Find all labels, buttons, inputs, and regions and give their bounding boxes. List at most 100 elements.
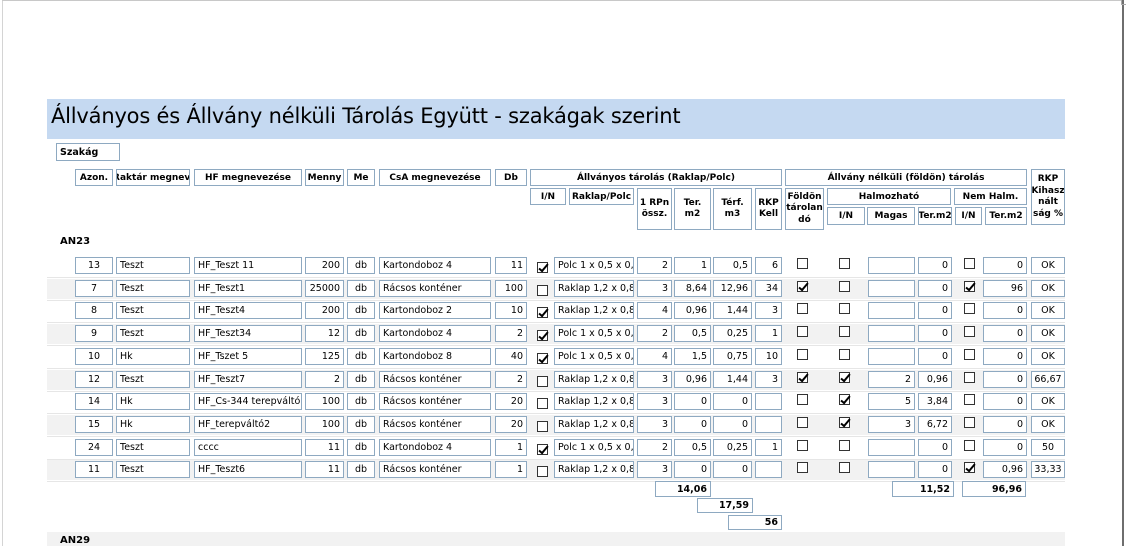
checkbox-allvanyos[interactable] [537, 466, 548, 478]
checkbox-allvanyos[interactable] [537, 398, 548, 410]
cell-db: 1 [495, 438, 527, 456]
checkbox-allvanyos[interactable] [537, 307, 548, 319]
cell-db: 2 [495, 370, 527, 388]
checkbox-halmozhato[interactable] [839, 280, 850, 292]
header-azon: Azon. [75, 169, 113, 186]
checkbox-foldon[interactable] [797, 416, 808, 428]
checkbox-halmozhato[interactable] [839, 258, 850, 269]
checkbox-halmozhato[interactable] [839, 326, 850, 338]
checkbox-halmozhato[interactable] [839, 439, 850, 451]
cell-me: db [347, 279, 375, 297]
checkbox-foldon[interactable] [797, 280, 808, 292]
cell-terf: 0 [713, 415, 752, 433]
checkbox-nem-halm[interactable] [964, 348, 975, 360]
checkbox-foldon[interactable] [797, 394, 808, 406]
checkbox-foldon[interactable] [797, 371, 808, 383]
cell-kihasz: 33,33 [1031, 461, 1065, 479]
checkbox-foldon[interactable] [797, 439, 808, 451]
checkbox-nem-halm[interactable] [964, 462, 975, 474]
checkbox-nem-halm[interactable] [964, 371, 975, 383]
cell-hf: HF_Teszt6 [194, 461, 302, 479]
checkbox-allvanyos[interactable] [537, 284, 548, 296]
header-rpn-ossz: 1 RPn össz. [637, 188, 672, 230]
cell-rkp: 10 [755, 347, 782, 365]
checkbox-foldon[interactable] [797, 326, 808, 338]
cell-me: db [347, 370, 375, 388]
cell-menny: 12 [305, 325, 344, 343]
checkbox-halmozhato[interactable] [839, 462, 850, 474]
cell-rkp: 1 [755, 325, 782, 343]
header-nh-in: I/N [955, 207, 982, 225]
checkbox-nem-halm[interactable] [964, 258, 975, 269]
cell-me: db [347, 415, 375, 433]
cell-hf: HF_Teszt4 [194, 302, 302, 320]
checkbox-halmozhato[interactable] [839, 303, 850, 315]
cell-magas: 2 [868, 370, 915, 388]
cell-rkp [755, 461, 782, 479]
cell-rkp: 34 [755, 279, 782, 297]
checkbox-nem-halm[interactable] [964, 394, 975, 406]
cell-azon: 12 [75, 370, 113, 388]
cell-menny: 100 [305, 393, 344, 411]
checkbox-foldon[interactable] [797, 258, 808, 269]
cell-nh-ter: 0 [983, 370, 1027, 388]
checkbox-halmozhato[interactable] [839, 348, 850, 360]
checkbox-nem-halm[interactable] [964, 326, 975, 338]
checkbox-foldon[interactable] [797, 462, 808, 474]
cell-azon: 11 [75, 461, 113, 479]
cell-db: 11 [495, 257, 527, 274]
cell-raklap-polc: Raklap 1,2 x 0,8 [554, 302, 634, 320]
cell-halm-ter: 0 [918, 302, 952, 320]
cell-rkp: 3 [755, 302, 782, 320]
cell-nh-ter: 96 [983, 279, 1027, 297]
cell-halm-ter: 0 [918, 347, 952, 365]
checkbox-nem-halm[interactable] [964, 439, 975, 451]
row-divider [47, 299, 1065, 301]
cell-raktar: Teszt [116, 279, 190, 297]
section-title-an23: AN23 [60, 236, 91, 247]
cell-raklap-polc: Raklap 1,2 x 0,8 [554, 415, 634, 433]
checkbox-allvanyos[interactable] [537, 352, 548, 364]
cell-csa: Kartondoboz 4 [379, 438, 491, 456]
checkbox-allvanyos[interactable] [537, 420, 548, 432]
header-raklap-polc: Raklap/Polc [569, 188, 634, 205]
cell-csa: Kartondoboz 2 [379, 302, 491, 320]
cell-raktar: Hk [116, 415, 190, 433]
section-title-an29: AN29 [60, 535, 91, 546]
checkbox-foldon[interactable] [797, 348, 808, 360]
report-title: Állványos és Állvány nélküli Tárolás Egy… [51, 104, 681, 128]
total-nh-ter: 96,96 [962, 481, 1026, 497]
checkbox-allvanyos[interactable] [537, 375, 548, 387]
cell-terf: 1,44 [713, 302, 752, 320]
checkbox-halmozhato[interactable] [839, 394, 850, 406]
cell-nh-ter: 0 [983, 257, 1027, 274]
checkbox-nem-halm[interactable] [964, 303, 975, 315]
checkbox-halmozhato[interactable] [839, 371, 850, 383]
checkbox-allvanyos[interactable] [537, 330, 548, 342]
cell-me: db [347, 257, 375, 274]
cell-ter: 8,64 [674, 279, 711, 297]
checkbox-foldon[interactable] [797, 303, 808, 315]
total-ter-m2: 14,06 [655, 481, 711, 497]
cell-magas [868, 279, 915, 297]
checkbox-nem-halm[interactable] [964, 280, 975, 292]
cell-rpn: 2 [637, 438, 672, 456]
cell-kihasz: OK [1031, 393, 1065, 411]
cell-menny: 200 [305, 302, 344, 320]
cell-magas [868, 257, 915, 274]
cell-kihasz: 66,67 [1031, 370, 1065, 388]
cell-me: db [347, 347, 375, 365]
cell-terf: 12,96 [713, 279, 752, 297]
cell-terf: 0,5 [713, 257, 752, 274]
page-top-edge [2, 0, 1122, 1]
checkbox-halmozhato[interactable] [839, 416, 850, 428]
checkbox-nem-halm[interactable] [964, 416, 975, 428]
checkbox-allvanyos[interactable] [537, 443, 548, 455]
cell-raklap-polc: Raklap 1,2 x 0,8 [554, 279, 634, 297]
cell-rpn: 4 [637, 347, 672, 365]
cell-menny: 200 [305, 257, 344, 274]
header-csa: CsA megnevezése [379, 169, 491, 186]
cell-raktar: Teszt [116, 257, 190, 274]
checkbox-allvanyos[interactable] [537, 262, 548, 273]
cell-azon: 15 [75, 415, 113, 433]
